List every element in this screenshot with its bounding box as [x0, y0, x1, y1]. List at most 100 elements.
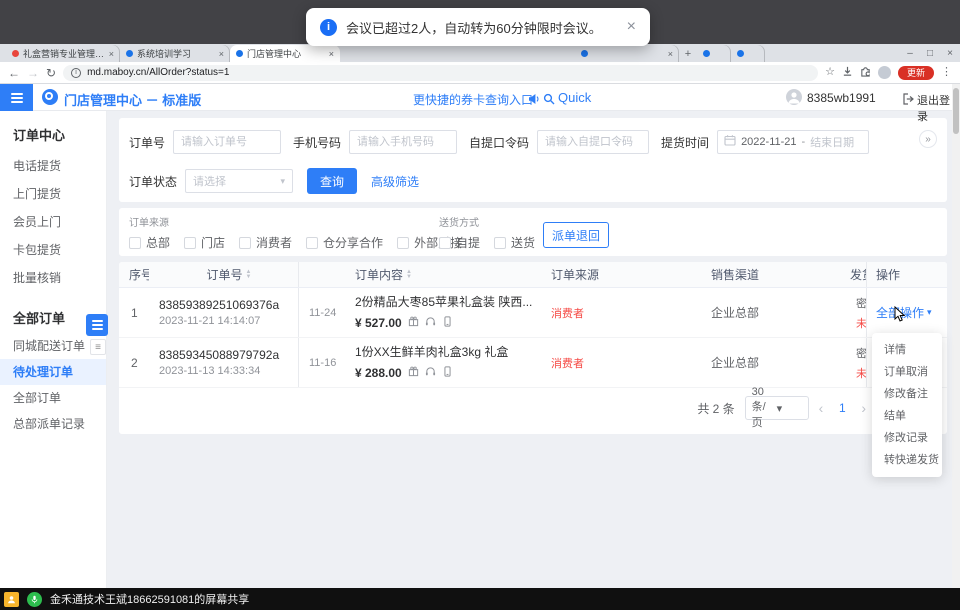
calendar-icon: [724, 133, 736, 151]
header-order-no[interactable]: 订单号 ▲▼: [149, 262, 299, 287]
checkbox-icon[interactable]: [306, 237, 318, 249]
tab-close-icon[interactable]: ×: [109, 49, 114, 59]
sidebar-item-batch-verify[interactable]: 批量核销: [0, 264, 106, 292]
menu-item-detail[interactable]: 详情: [872, 339, 942, 361]
browser-tab-1[interactable]: 礼盒营销专业管理中心 ×: [6, 45, 120, 62]
tab-label: 礼盒营销专业管理中心: [23, 47, 105, 60]
next-page-icon[interactable]: ›: [861, 401, 866, 415]
sidebar-item-door-pickup[interactable]: 上门提货: [0, 180, 106, 208]
checkbox-icon[interactable]: [397, 237, 409, 249]
checkbox-icon[interactable]: [439, 237, 451, 249]
menu-item-edit-remark[interactable]: 修改备注: [872, 383, 942, 405]
checkbox-icon[interactable]: [129, 237, 141, 249]
row-shipping-clipped: 密 未: [846, 295, 866, 331]
profile-avatar[interactable]: [878, 66, 891, 79]
select-placeholder: 请选择: [193, 173, 280, 189]
download-icon[interactable]: [842, 66, 853, 80]
date-range-picker[interactable]: 2022-11-21 - 结束日期: [717, 130, 869, 154]
site-info-icon[interactable]: i: [71, 68, 81, 78]
tab-close-icon[interactable]: ×: [219, 49, 224, 59]
browser-tab-mini[interactable]: [697, 45, 731, 62]
headset-icon: [425, 364, 436, 382]
order-no-input[interactable]: [173, 130, 281, 154]
sidebar-item-all-orders[interactable]: 全部订单: [0, 385, 106, 411]
current-page-button[interactable]: 1: [833, 401, 851, 415]
browser-tab-2[interactable]: 系统培训学习 ×: [120, 45, 230, 62]
sidebar-section-order-center: 订单中心: [0, 111, 106, 152]
row-channel: 企业总部: [701, 354, 846, 371]
window-minimize-icon[interactable]: –: [900, 45, 920, 62]
extensions-icon[interactable]: [860, 66, 871, 80]
window-close-icon[interactable]: ×: [940, 45, 960, 62]
pickup-time-label: 提货时间: [661, 134, 709, 151]
collapse-filters-button[interactable]: »: [919, 130, 937, 148]
microphone-icon[interactable]: [27, 592, 42, 607]
tab-favicon: [737, 50, 744, 57]
menu-item-close-order[interactable]: 结单: [872, 405, 942, 427]
kebab-menu-icon[interactable]: ⋮: [941, 67, 952, 78]
browser-tab-partial[interactable]: ×: [575, 45, 679, 62]
quick-link[interactable]: Quick: [558, 90, 591, 105]
checkbox-source-consumer[interactable]: 消费者: [239, 234, 292, 251]
header-order-content[interactable]: 订单内容 ▲▼: [345, 266, 541, 283]
sort-icon[interactable]: ▲▼: [406, 270, 412, 280]
row-price: ¥ 527.00: [355, 316, 402, 330]
tab-close-icon[interactable]: ×: [329, 49, 334, 59]
delivery-method-label: 送货方式: [439, 214, 535, 229]
menu-item-edit-history[interactable]: 修改记录: [872, 427, 942, 449]
chevron-down-icon: ▾: [777, 402, 802, 415]
close-icon[interactable]: ×: [627, 19, 636, 35]
checkbox-source-hq[interactable]: 总部: [129, 234, 170, 251]
sidebar-item-card-pickup[interactable]: 卡包提货: [0, 236, 106, 264]
toast-message: 会议已超过2人，自动转为60分钟限时会议。: [346, 18, 602, 37]
main-content: 订单号 手机号码 自提口令码 提货时间 2022-11-21 - 结束日期 订单…: [107, 111, 960, 588]
checkbox-self-pickup[interactable]: 自提: [439, 234, 480, 251]
sidebar-item-phone-pickup[interactable]: 电话提货: [0, 152, 106, 180]
tab-favicon: [581, 50, 588, 57]
forward-icon[interactable]: →: [27, 67, 39, 79]
user-avatar-icon[interactable]: [786, 89, 802, 110]
menu-item-express-ship[interactable]: 转快递发货: [872, 449, 942, 471]
reload-icon[interactable]: ↻: [46, 67, 56, 79]
browser-update-button[interactable]: 更新: [898, 66, 934, 80]
sidebar-drag-handle-icon[interactable]: ≡: [90, 339, 106, 355]
hamburger-menu-button[interactable]: [0, 84, 33, 111]
row-order-no: 83859389251069376a 2023-11-21 14:14:07: [149, 288, 299, 337]
checkbox-icon[interactable]: [494, 237, 506, 249]
row-action-cell: 全部操作 ▾: [866, 288, 947, 337]
window-maximize-icon[interactable]: □: [920, 45, 940, 62]
checkbox-icon[interactable]: [184, 237, 196, 249]
sidebar-toggle-button[interactable]: [86, 314, 108, 336]
browser-tab-mini[interactable]: [731, 45, 765, 62]
sort-icon[interactable]: ▲▼: [246, 270, 252, 280]
sidebar-item-member-visit[interactable]: 会员上门: [0, 208, 106, 236]
checkbox-delivery[interactable]: 送货: [494, 234, 535, 251]
phone-input[interactable]: [349, 130, 457, 154]
tab-favicon: [126, 50, 133, 57]
checkbox-source-store[interactable]: 门店: [184, 234, 225, 251]
checkbox-icon[interactable]: [239, 237, 251, 249]
search-button[interactable]: 查询: [307, 168, 357, 194]
tab-close-icon[interactable]: ×: [668, 49, 673, 59]
menu-item-cancel-order[interactable]: 订单取消: [872, 361, 942, 383]
dispatch-return-button[interactable]: 派单退回: [543, 222, 609, 248]
presenter-icon[interactable]: [4, 592, 19, 607]
sidebar: 订单中心 电话提货 上门提货 会员上门 卡包提货 批量核销 全部订单 同城配送订…: [0, 111, 107, 588]
back-icon[interactable]: ←: [8, 67, 20, 79]
coupon-query-link[interactable]: 更快捷的券卡查询入口: [413, 91, 533, 108]
new-tab-button[interactable]: +: [679, 45, 697, 62]
sidebar-item-hq-dispatch-log[interactable]: 总部派单记录: [0, 411, 106, 437]
page-size-select[interactable]: 30条/页 ▾: [745, 396, 809, 420]
sidebar-item-pending-orders[interactable]: 待处理订单: [0, 359, 106, 385]
scrollbar-thumb[interactable]: [953, 88, 959, 134]
pickup-code-input[interactable]: [537, 130, 649, 154]
bookmark-star-icon[interactable]: ☆: [825, 67, 835, 78]
source-filter-panel: 订单来源 总部 门店 消费者 仓分享合作 外部对接 送货方式 自提 送货 派单退…: [119, 208, 947, 256]
advanced-filter-link[interactable]: 高级筛选: [371, 173, 419, 190]
address-bar[interactable]: i md.maboy.cn/AllOrder?status=1: [63, 65, 818, 81]
header-order-source: 订单来源: [541, 266, 701, 283]
prev-page-icon[interactable]: ‹: [819, 401, 824, 415]
checkbox-source-warehouse-share[interactable]: 仓分享合作: [306, 234, 383, 251]
order-status-select[interactable]: 请选择 ▾: [185, 169, 293, 193]
browser-tab-active[interactable]: 门店管理中心 ×: [230, 45, 340, 62]
